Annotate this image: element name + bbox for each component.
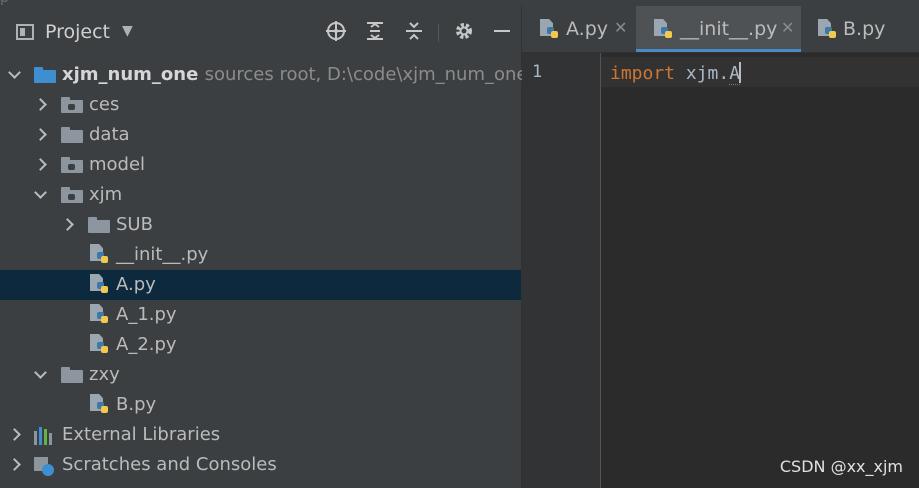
tab-label: __init__.py bbox=[680, 18, 778, 40]
tree-node-ces[interactable]: ces bbox=[0, 90, 521, 120]
tree-node-scratches[interactable]: Scratches and Consoles bbox=[0, 450, 521, 480]
tree-node-label: xjm_num_one bbox=[62, 64, 199, 85]
project-toolbar: Project ▼ bbox=[0, 12, 521, 52]
text-caret bbox=[739, 62, 742, 83]
tab-a-py[interactable]: A.py ✕ bbox=[522, 6, 634, 52]
tree-node-label: External Libraries bbox=[62, 424, 221, 445]
line-number-gutter: 1 bbox=[522, 53, 601, 488]
python-file-icon bbox=[654, 19, 674, 41]
tree-node-label: ces bbox=[89, 94, 120, 115]
code-text: xjm. bbox=[675, 63, 730, 84]
project-panel: Project ▼ xjm_num_one sources root, D:\c… bbox=[0, 6, 528, 488]
tab-label: A.py bbox=[566, 18, 609, 40]
tree-node-init-py[interactable]: __init__.py bbox=[0, 240, 521, 270]
tree-node-label: zxy bbox=[89, 364, 120, 385]
tree-node-a-py[interactable]: A.py bbox=[0, 270, 521, 300]
minimize-icon[interactable] bbox=[490, 20, 514, 44]
tree-node-zxy[interactable]: zxy bbox=[0, 360, 521, 390]
chevron-down-icon[interactable]: ▼ bbox=[122, 23, 133, 39]
chevron-down-icon[interactable] bbox=[33, 367, 47, 381]
python-file-icon bbox=[818, 19, 838, 41]
gear-icon[interactable] bbox=[452, 20, 476, 44]
close-icon[interactable]: ✕ bbox=[614, 18, 627, 37]
watermark: CSDN @xx_xjm bbox=[779, 457, 903, 476]
chevron-right-icon[interactable] bbox=[33, 127, 47, 141]
chevron-down-icon[interactable] bbox=[33, 187, 47, 201]
chevron-right-icon[interactable] bbox=[60, 217, 74, 231]
code-keyword: import bbox=[610, 63, 676, 84]
source-root-hint: sources root, D:\code\xjm_num_one bbox=[204, 64, 528, 85]
tree-node-b-py[interactable]: B.py bbox=[0, 390, 521, 420]
expand-all-icon[interactable] bbox=[363, 20, 387, 44]
tree-node-label: SUB bbox=[116, 214, 153, 235]
python-file-icon bbox=[540, 19, 560, 41]
tree-node-model[interactable]: model bbox=[0, 150, 521, 180]
chevron-right-icon[interactable] bbox=[33, 157, 47, 171]
tree-node-a-2-py[interactable]: A_2.py bbox=[0, 330, 521, 360]
project-view-selector[interactable]: Project bbox=[45, 21, 110, 43]
tree-node-label: xjm bbox=[89, 184, 123, 205]
tab-b-py[interactable]: B.py bbox=[804, 6, 919, 52]
tab-label: B.py bbox=[843, 18, 886, 40]
locate-icon[interactable] bbox=[324, 20, 348, 44]
toolbar-divider bbox=[438, 24, 439, 42]
tree-node-xjm[interactable]: xjm bbox=[0, 180, 521, 210]
tree-node-label: model bbox=[89, 154, 146, 175]
project-panel-icon bbox=[16, 24, 34, 40]
chevron-down-icon[interactable] bbox=[7, 67, 21, 81]
tree-node-data[interactable]: data bbox=[0, 120, 521, 150]
tab-init-py[interactable]: __init__.py ✕ bbox=[636, 6, 801, 52]
tree-node-label: B.py bbox=[116, 394, 157, 415]
chevron-right-icon[interactable] bbox=[7, 457, 21, 471]
tree-node-label: A.py bbox=[116, 274, 156, 295]
tree-node-sub[interactable]: SUB bbox=[0, 210, 521, 240]
tree-node-label: __init__.py bbox=[116, 244, 209, 265]
close-icon[interactable]: ✕ bbox=[781, 18, 794, 37]
tree-node-label: A_2.py bbox=[116, 334, 177, 355]
editor-tab-bar: A.py ✕ __init__.py ✕ B.py bbox=[522, 6, 919, 53]
line-number: 1 bbox=[532, 62, 543, 82]
chevron-right-icon[interactable] bbox=[7, 427, 21, 441]
code-editor[interactable]: import xjm.A bbox=[601, 53, 919, 488]
chevron-right-icon[interactable] bbox=[33, 97, 47, 111]
tree-node-external-libraries[interactable]: External Libraries bbox=[0, 420, 521, 450]
collapse-all-icon[interactable] bbox=[402, 20, 426, 44]
tree-node-label: A_1.py bbox=[116, 304, 177, 325]
tree-node-label: data bbox=[89, 124, 130, 145]
tree-node-a-1-py[interactable]: A_1.py bbox=[0, 300, 521, 330]
tree-node-label: Scratches and Consoles bbox=[62, 454, 277, 475]
code-line: import xjm.A bbox=[610, 62, 742, 85]
tree-node-xjm-num-one[interactable]: xjm_num_one sources root, D:\code\xjm_nu… bbox=[0, 60, 528, 90]
